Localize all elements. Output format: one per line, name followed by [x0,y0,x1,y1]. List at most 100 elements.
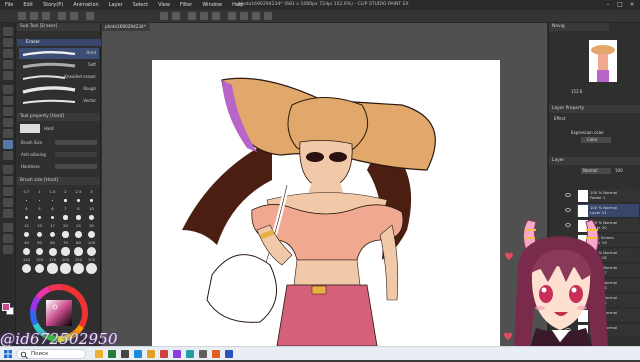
brush-size-option[interactable]: 80 [72,240,85,245]
eye-icon[interactable] [565,193,571,197]
auto-select-icon[interactable] [3,60,13,69]
airbrush-icon[interactable] [3,118,13,127]
brush-size-option[interactable]: 12 [20,223,33,228]
new-file-icon[interactable] [18,12,26,20]
brush-item-soft[interactable]: Soft [19,60,99,71]
decoration-icon[interactable] [3,129,13,138]
taskbar-app-icon[interactable] [212,350,220,358]
brush-size-option[interactable]: 60 [46,240,59,245]
save-icon[interactable] [42,12,50,20]
brush-size-option[interactable]: 20 [59,223,72,228]
menu-edit[interactable]: Edit [18,2,38,8]
pencil-icon[interactable] [3,96,13,105]
invert-icon[interactable] [252,12,260,20]
fill-icon[interactable] [3,165,13,174]
folder-icon[interactable] [147,350,155,358]
menu-view[interactable]: View [153,2,175,8]
taskbar-app-icon[interactable] [121,350,129,358]
brush-size-option[interactable]: 120 [20,257,33,262]
zoom-icon[interactable] [3,27,13,36]
brush-item-kneaded[interactable]: Kneaded eraser [19,72,99,83]
menu-file[interactable]: File [0,2,18,8]
taskbar-app-icon[interactable] [134,350,142,358]
select-icon[interactable] [228,12,236,20]
pen-icon[interactable] [3,85,13,94]
menu-filter[interactable]: Filter [175,2,197,8]
menu-animation[interactable]: Animation [68,2,104,8]
move-icon[interactable] [3,38,13,47]
subtool-tab-eraser[interactable]: Eraser [17,39,101,46]
brush-size-option[interactable]: 150 [33,257,46,262]
brush-size-option[interactable]: 30 [85,223,98,228]
navigator-preview[interactable] [589,40,617,82]
menu-window[interactable]: Window [197,2,227,8]
ruler-icon[interactable] [3,209,13,218]
brush-size-option[interactable]: 1 [33,189,46,194]
open-file-icon[interactable] [30,12,38,20]
brush-size-option[interactable]: 1.5 [46,189,59,194]
brush-size-option[interactable]: 6 [46,206,59,211]
figure-icon[interactable] [3,187,13,196]
close-icon[interactable]: × [627,1,637,9]
brush-size-option[interactable]: 5 [33,206,46,211]
menu-story[interactable]: Story(P) [38,2,68,8]
taskbar-app-icon[interactable] [160,350,168,358]
layer-property-tab[interactable]: Layer Property [549,105,640,113]
transform-icon[interactable] [212,12,220,20]
opacity-value[interactable]: 100 [615,168,623,173]
taskbar-app-weather-icon[interactable] [95,350,103,358]
brush-size-option[interactable]: 170 [46,257,59,262]
brush-size-option[interactable]: 100 [85,240,98,245]
minimize-icon[interactable]: – [603,1,613,9]
drawing-canvas[interactable] [152,60,500,346]
brush-size-option[interactable]: 50 [33,240,46,245]
layer-tab[interactable]: Layer [549,157,640,165]
brush-size-option[interactable]: 25 [72,223,85,228]
taskbar-app-icon[interactable] [186,350,194,358]
correct-line-icon[interactable] [3,245,13,254]
clip-studio-taskbar-icon[interactable] [225,350,233,358]
maximize-icon[interactable]: □ [615,1,625,9]
undo-icon[interactable] [160,12,168,20]
taskbar-app-icon[interactable] [199,350,207,358]
taskbar-app-icon[interactable] [108,350,116,358]
brush-size-option[interactable]: 15 [33,223,46,228]
text-icon[interactable] [3,223,13,232]
navigator-tab[interactable]: Navig [549,23,609,31]
taskbar-app-icon[interactable] [173,350,181,358]
clear-icon[interactable] [86,12,94,20]
menu-layer[interactable]: Layer [104,2,128,8]
zoom-value[interactable]: 152.6 [571,89,582,94]
brush-size-option[interactable]: 17 [46,223,59,228]
brush-item-vector[interactable]: Vector [19,96,99,107]
eyedropper-icon[interactable] [3,71,13,80]
foreground-color-swatch[interactable] [2,303,10,311]
brush-size-option[interactable]: 3 [85,189,98,194]
brush-size-slider[interactable] [55,140,97,145]
eraser-icon[interactable] [3,140,13,149]
expression-color-select[interactable]: Color [581,137,611,143]
layer-row[interactable]: 100 % Normal Folder 1 [565,189,639,203]
balloon-icon[interactable] [3,234,13,243]
menu-select[interactable]: Select [128,2,153,8]
blend-icon[interactable] [3,151,13,160]
brush-size-option[interactable]: 40 [20,240,33,245]
anti-aliasing-selector[interactable] [55,152,97,157]
document-tab[interactable]: photo1690294234* [102,23,150,31]
hardness-slider[interactable] [55,164,97,169]
windows-start-icon[interactable] [4,350,12,358]
brush-size-option[interactable]: 2 [59,189,72,194]
undo-icon[interactable] [58,12,66,20]
brush-icon[interactable] [188,12,196,20]
brush-size-option[interactable]: 250 [72,257,85,262]
brush-size-option[interactable]: 0.7 [20,189,33,194]
brush-icon[interactable] [3,107,13,116]
brush-size-option[interactable]: 10 [85,206,98,211]
snap-icon[interactable] [264,12,272,20]
redo-icon[interactable] [70,12,78,20]
blend-mode-select[interactable]: Normal [581,168,611,174]
brush-size-option[interactable]: 7 [59,206,72,211]
taskbar-search[interactable]: Поиск [16,349,86,359]
brush-size-option[interactable]: 200 [59,257,72,262]
frame-icon[interactable] [3,198,13,207]
